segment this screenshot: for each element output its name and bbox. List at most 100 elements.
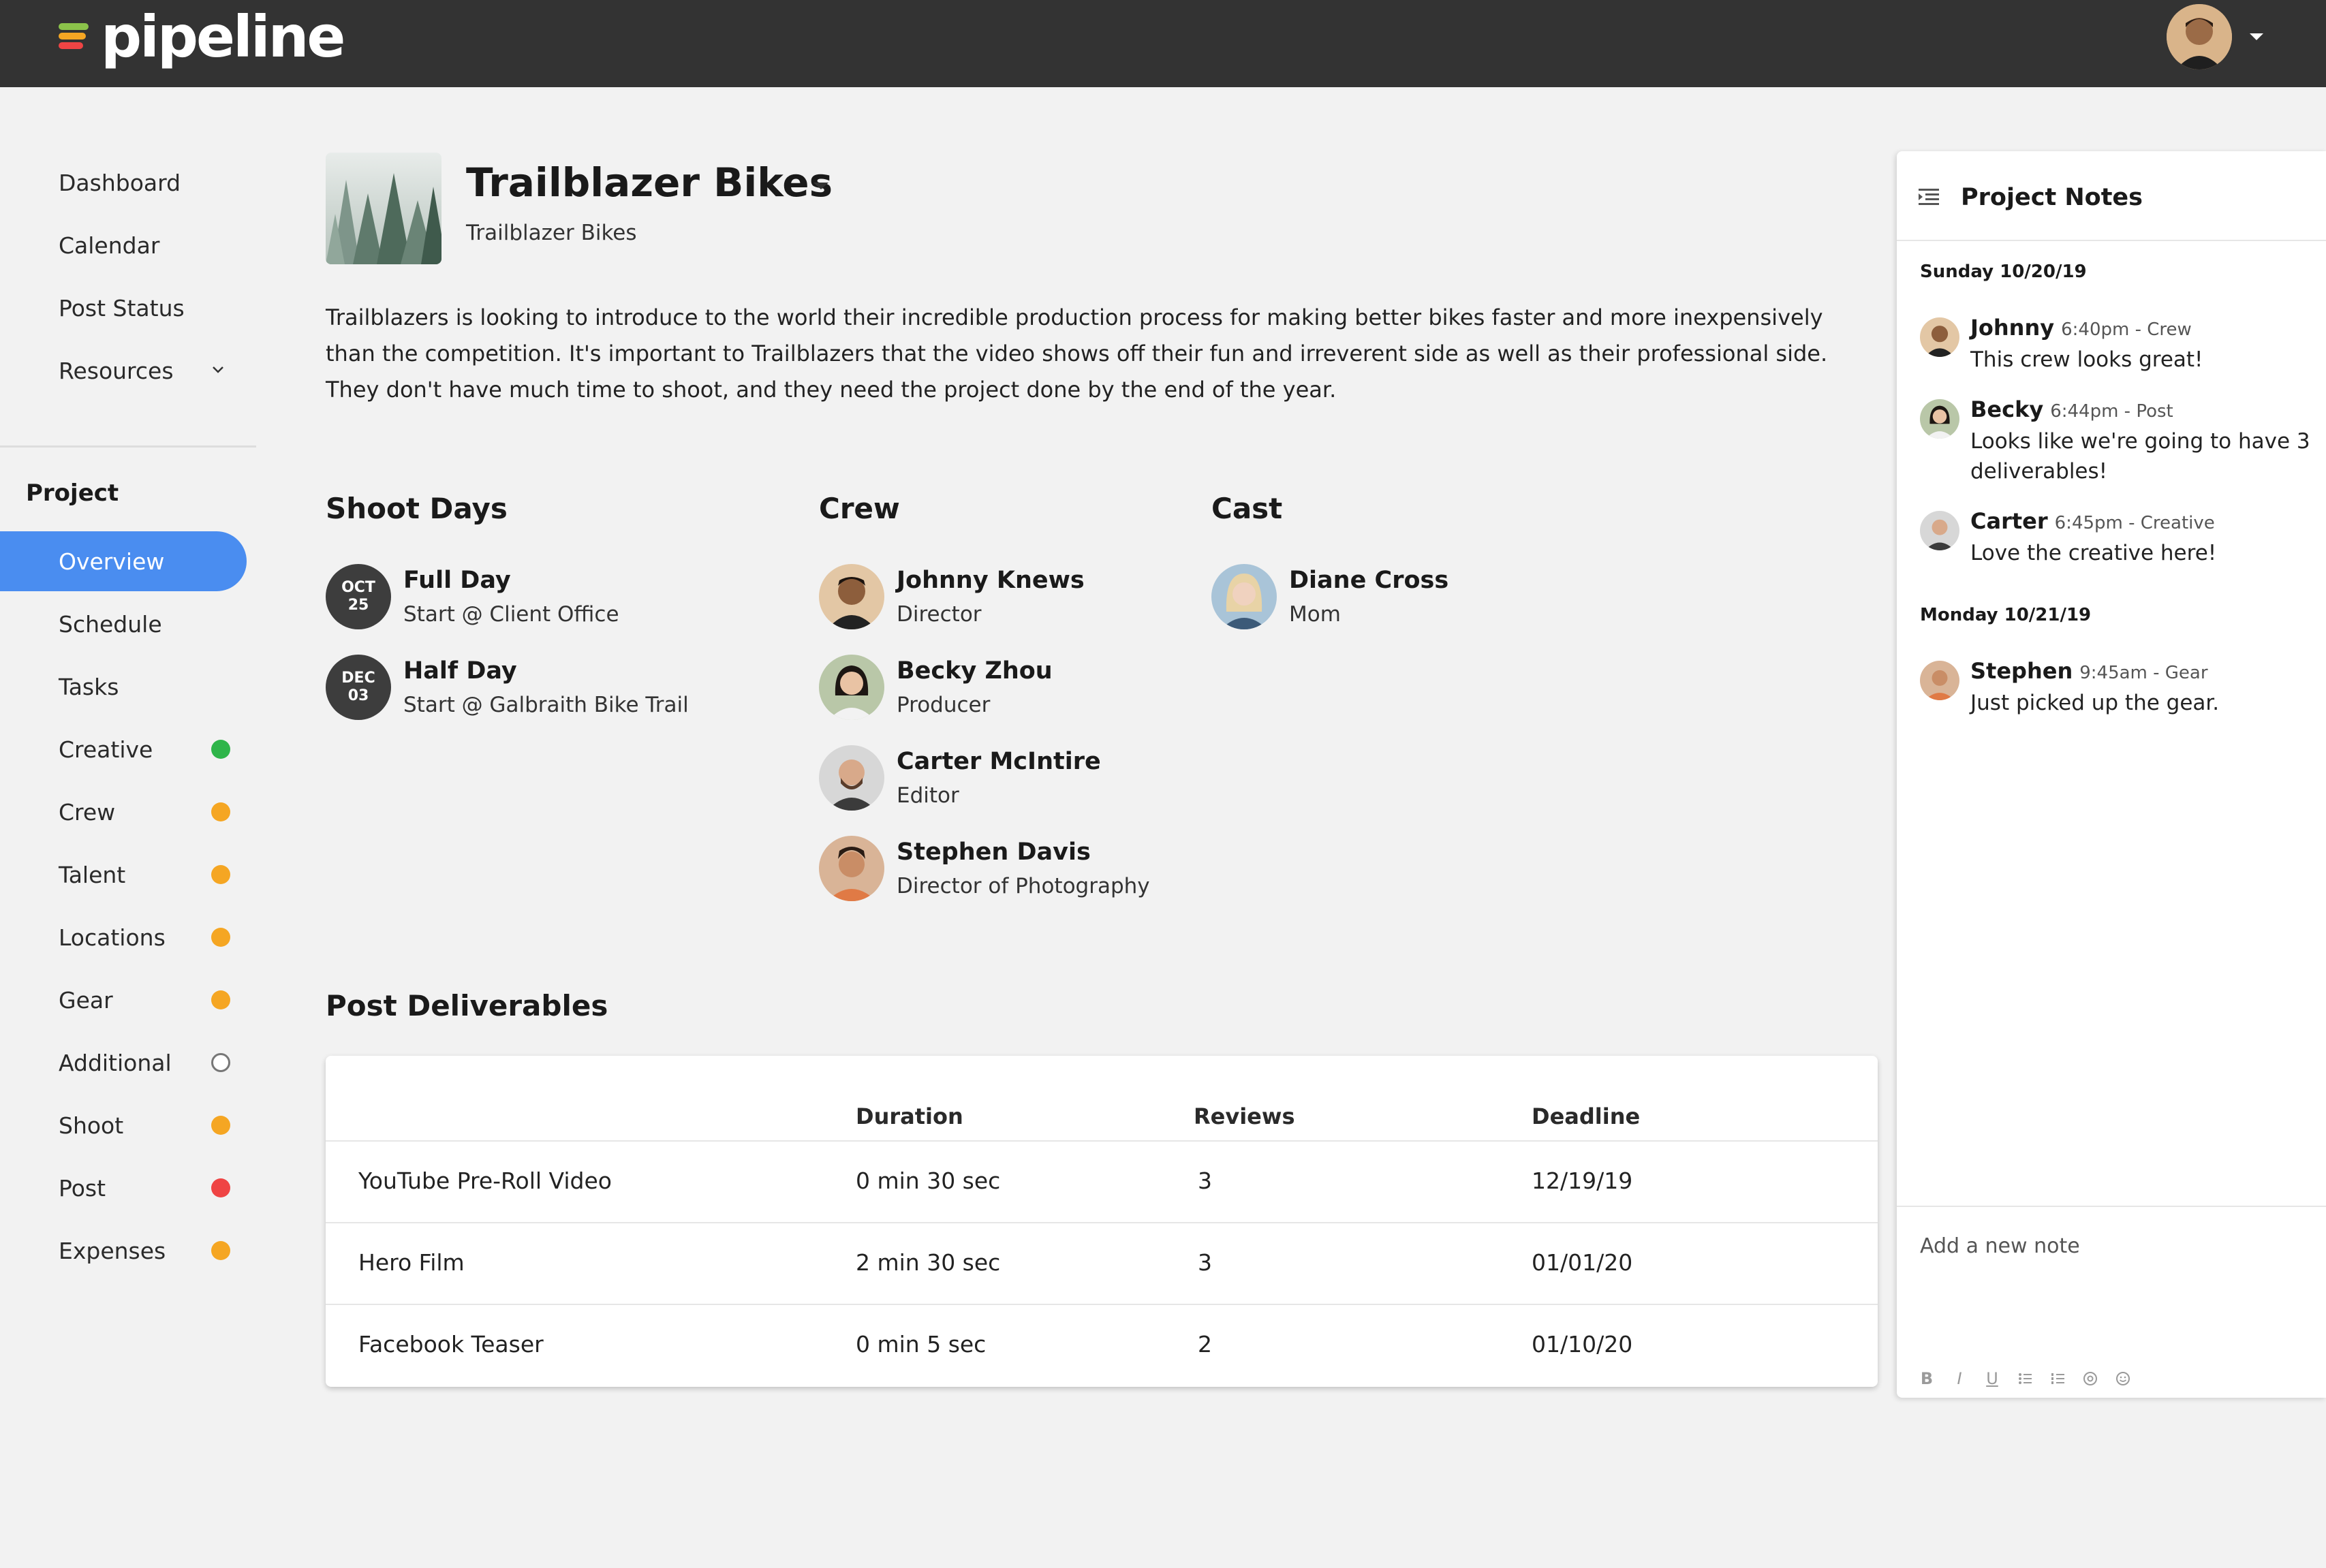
column-header-deadline[interactable]: Deadline — [1532, 1103, 1640, 1129]
sidebar-item-label: Talent — [59, 861, 126, 888]
italic-button[interactable]: I — [1943, 1369, 1976, 1388]
sidebar-item-label: Calendar — [59, 232, 160, 259]
note-author-name: Stephen — [1970, 658, 2073, 684]
note-author-name: Johnny — [1970, 315, 2055, 341]
crew-member-role: Director of Photography — [897, 874, 1150, 898]
crew-member[interactable]: Johnny Knews Director — [819, 564, 1200, 632]
status-dot — [211, 865, 230, 884]
avatar — [1211, 564, 1277, 629]
note-item: Stephen 9:45am - Gear Just picked up the … — [1920, 658, 2315, 726]
sidebar: Dashboard Calendar Post Status Resources… — [0, 87, 256, 1568]
sidebar-item-locations[interactable]: Locations — [0, 907, 245, 967]
shoot-day-item[interactable]: OCT 25 Full Day Start @ Client Office — [326, 564, 707, 632]
main-content: Trailblazer Bikes Trailblazer Bikes Trai… — [326, 87, 1879, 1568]
sidebar-item-label: Post Status — [59, 294, 185, 322]
sidebar-item-post-status[interactable]: Post Status — [0, 278, 245, 338]
crew-member-role: Producer — [897, 693, 991, 717]
sidebar-item-tasks[interactable]: Tasks — [0, 657, 245, 717]
note-message: Love the creative here! — [1970, 541, 2217, 565]
shoot-day-detail: Start @ Galbraith Bike Trail — [403, 693, 689, 717]
user-avatar[interactable] — [2167, 4, 2232, 69]
note-date-heading: Monday 10/21/19 — [1920, 605, 2092, 625]
sidebar-item-label: Overview — [59, 548, 165, 575]
post-deliverables-title: Post Deliverables — [326, 989, 608, 1022]
pipeline-logo[interactable]: pipeline — [56, 3, 345, 71]
deliverable-reviews: 3 — [1198, 1167, 1212, 1194]
column-header-reviews[interactable]: Reviews — [1194, 1103, 1294, 1129]
sidebar-item-resources[interactable]: Resources — [0, 341, 245, 401]
crew-member[interactable]: Becky Zhou Producer — [819, 655, 1200, 723]
project-thumbnail — [326, 153, 441, 264]
deliverable-duration: 0 min 30 sec — [856, 1167, 1001, 1194]
deliverable-name: Facebook Teaser — [358, 1331, 544, 1358]
status-dot — [211, 1178, 230, 1197]
date-badge: OCT 25 — [326, 564, 391, 629]
sidebar-item-creative[interactable]: Creative — [0, 719, 245, 779]
sidebar-item-schedule[interactable]: Schedule — [0, 594, 245, 654]
sidebar-divider — [0, 445, 256, 448]
note-meta: 9:45am - Gear — [2079, 663, 2208, 683]
pipeline-logo-icon — [59, 23, 89, 49]
sidebar-item-overview[interactable]: Overview — [0, 531, 247, 591]
bold-button[interactable]: B — [1910, 1369, 1943, 1388]
deliverables-table: Duration Reviews Deadline YouTube Pre-Ro… — [326, 1056, 1878, 1387]
sidebar-item-gear[interactable]: Gear — [0, 970, 245, 1030]
crew-member[interactable]: Carter McIntire Editor — [819, 745, 1200, 813]
note-format-toolbar: B I U — [1910, 1369, 2139, 1388]
crew-member-name: Johnny Knews — [897, 567, 1085, 594]
date-badge-day: 25 — [347, 597, 369, 614]
table-row[interactable]: Facebook Teaser 0 min 5 sec 2 01/10/20 — [326, 1304, 1878, 1387]
underline-button[interactable]: U — [1976, 1369, 2009, 1388]
sidebar-item-label: Expenses — [59, 1237, 166, 1264]
chevron-down-icon[interactable] — [210, 361, 226, 377]
note-item: Carter 6:45pm - Creative Love the creativ… — [1920, 508, 2315, 576]
caret-down-icon[interactable] — [2248, 32, 2265, 42]
note-item: Johnny 6:40pm - Crew This crew looks grea… — [1920, 315, 2315, 383]
avatar — [1920, 317, 1959, 357]
note-author-name: Becky — [1970, 396, 2044, 422]
avatar — [819, 836, 884, 901]
sidebar-item-additional[interactable]: Additional — [0, 1033, 245, 1093]
shoot-day-item[interactable]: DEC 03 Half Day Start @ Galbraith Bike T… — [326, 655, 707, 723]
note-message: Just picked up the gear. — [1970, 691, 2220, 715]
status-dot — [211, 928, 230, 947]
sidebar-item-crew[interactable]: Crew — [0, 782, 245, 842]
cast-member-name: Diane Cross — [1289, 567, 1449, 594]
bullet-list-icon[interactable] — [2009, 1370, 2041, 1387]
sidebar-item-post[interactable]: Post — [0, 1158, 245, 1218]
deliverable-reviews: 2 — [1198, 1331, 1212, 1358]
sidebar-item-dashboard[interactable]: Dashboard — [0, 153, 245, 213]
table-row[interactable]: YouTube Pre-Roll Video 0 min 30 sec 3 12… — [326, 1140, 1878, 1223]
sidebar-item-calendar[interactable]: Calendar — [0, 215, 245, 275]
cast-member[interactable]: Diane Cross Mom — [1211, 564, 1593, 632]
shoot-days-title: Shoot Days — [326, 492, 508, 525]
emoji-icon[interactable] — [2107, 1370, 2139, 1387]
caret-down-icon[interactable] — [812, 181, 830, 191]
table-row[interactable]: Hero Film 2 min 30 sec 3 01/01/20 — [326, 1222, 1878, 1305]
avatar — [819, 564, 884, 629]
avatar — [1920, 661, 1959, 700]
notes-header: Project Notes — [1897, 151, 2326, 241]
note-meta: 6:44pm - Post — [2050, 401, 2173, 422]
shoot-day-name: Half Day — [403, 657, 517, 685]
sidebar-item-label: Shoot — [59, 1112, 124, 1139]
new-note-input[interactable]: Add a new note — [1920, 1234, 2080, 1258]
collapse-panel-icon[interactable] — [1917, 187, 1940, 207]
sidebar-item-label: Gear — [59, 986, 113, 1014]
project-title[interactable]: Trailblazer Bikes — [466, 159, 833, 206]
top-bar: pipeline — [0, 0, 2326, 87]
sidebar-section-heading: Project — [26, 480, 119, 507]
sidebar-item-shoot[interactable]: Shoot — [0, 1095, 245, 1155]
sidebar-item-expenses[interactable]: Expenses — [0, 1221, 245, 1281]
crew-member-role: Editor — [897, 783, 959, 808]
mention-icon[interactable] — [2074, 1370, 2107, 1387]
notes-compose-divider — [1897, 1206, 2326, 1207]
status-dot — [211, 1116, 230, 1135]
note-date-heading: Sunday 10/20/19 — [1920, 262, 2087, 282]
numbered-list-icon[interactable] — [2041, 1370, 2074, 1387]
crew-member[interactable]: Stephen Davis Director of Photography — [819, 836, 1200, 904]
status-dot — [211, 990, 230, 1009]
user-menu[interactable] — [2167, 3, 2265, 71]
column-header-duration[interactable]: Duration — [856, 1103, 963, 1129]
sidebar-item-talent[interactable]: Talent — [0, 845, 245, 905]
